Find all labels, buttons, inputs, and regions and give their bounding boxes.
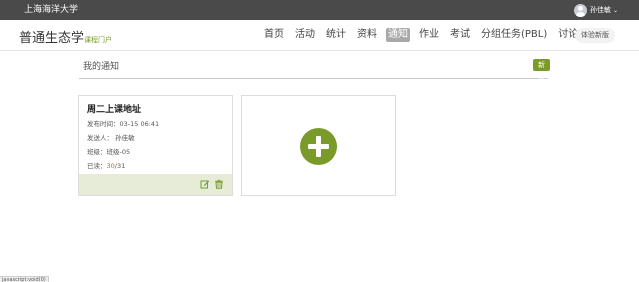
user-menu[interactable]: 孙佳敏 ⌄	[573, 2, 618, 18]
nav-materials[interactable]: 资料	[355, 28, 379, 42]
school-name: 上海海洋大学	[24, 5, 79, 15]
nav-statistics[interactable]: 统计	[324, 28, 348, 42]
notice-card[interactable]: 周二上课地址 发布时间：03-15 06:41 发送人： 孙佳敏 班级：班级-0…	[78, 95, 233, 196]
trash-icon[interactable]	[214, 179, 224, 189]
plus-icon[interactable]	[300, 128, 337, 165]
user-name: 孙佳敏	[589, 6, 611, 14]
read-total: /31	[114, 162, 126, 170]
course-header: 普通生态学 课程门户 首页 活动 统计 资料 通知 作业 考试 分组任务(PBL…	[0, 20, 639, 51]
edit-icon[interactable]	[200, 179, 210, 189]
add-notice-card[interactable]	[241, 95, 396, 196]
course-brand[interactable]: 普通生态学 课程门户	[19, 27, 112, 46]
course-title: 普通生态学	[19, 31, 85, 46]
notice-sender: 发送人： 孙佳敏	[87, 134, 135, 142]
page-title: 我的通知	[83, 62, 120, 72]
my-notices-header: 我的通知 新建	[79, 56, 550, 81]
try-new-version-button[interactable]: 体验新版	[575, 28, 615, 43]
nav-notices[interactable]: 通知	[386, 28, 410, 42]
notice-class: 班级：班级-05	[87, 148, 131, 156]
nav-exams[interactable]: 考试	[448, 28, 472, 42]
browser-status-bar: javascript:void(0)	[0, 276, 49, 282]
new-notice-button[interactable]: 新建	[533, 59, 550, 81]
notice-card-footer	[79, 174, 232, 195]
nav-homework[interactable]: 作业	[417, 28, 441, 42]
notice-publish-time: 发布时间：03-15 06:41	[87, 120, 160, 128]
nav-activities[interactable]: 活动	[293, 28, 317, 42]
nav-group-tasks[interactable]: 分组任务(PBL)	[479, 28, 549, 42]
chevron-down-icon: ⌄	[612, 6, 618, 14]
read-label: 已读：	[87, 162, 107, 170]
main-nav: 首页 活动 统计 资料 通知 作业 考试 分组任务(PBL) 讨论 管理	[262, 28, 618, 42]
course-portal-link[interactable]: 课程门户	[84, 35, 112, 45]
notice-title[interactable]: 周二上课地址	[87, 102, 141, 115]
top-bar: 上海海洋大学 孙佳敏 ⌄	[0, 0, 639, 20]
avatar	[573, 3, 587, 17]
notice-read-status: 已读：30/31	[87, 160, 125, 170]
nav-home[interactable]: 首页	[262, 28, 286, 42]
read-count: 30	[106, 162, 115, 170]
